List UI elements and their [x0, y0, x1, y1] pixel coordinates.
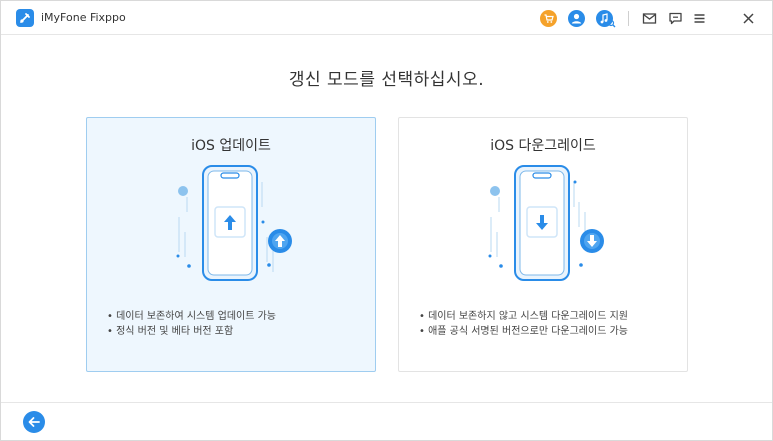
arrow-left-icon: [28, 417, 40, 427]
ios-downgrade-card[interactable]: iOS 다운그레이드 • 데이터 보존하지 않고 시스템 다운그레이드 지원 •…: [398, 117, 688, 372]
app-logo-icon: [16, 9, 34, 27]
ios-update-card[interactable]: iOS 업데이트 • 데이터 보존하여 시스템 업데이트 가능 • 정식 버전 …: [86, 117, 376, 372]
title-bar: iMyFone Fixppo: [1, 1, 772, 35]
card-title: iOS 업데이트: [191, 138, 271, 154]
bottom-bar: [1, 402, 772, 440]
user-icon[interactable]: [568, 10, 585, 27]
music-search-icon[interactable]: [596, 10, 616, 28]
toolbar-separator: [628, 11, 629, 26]
back-button[interactable]: [23, 411, 45, 433]
feature-item: • 정식 버전 및 베타 버전 포함: [107, 326, 234, 337]
page-title: 갱신 모드를 선택하십시오.: [288, 70, 485, 90]
app-window: iMyFone Fixppo 갱신 모드를 선택하십시오. iOS 업데이트 •…: [0, 0, 773, 441]
feature-item: • 데이터 보존하지 않고 시스템 다운그레이드 지원: [419, 311, 628, 322]
app-title: iMyFone Fixppo: [41, 11, 126, 24]
feature-item: • 애플 공식 서명된 버전으로만 다운그레이드 가능: [419, 326, 628, 337]
cart-icon[interactable]: [540, 10, 557, 27]
feedback-icon[interactable]: [667, 10, 684, 27]
menu-icon[interactable]: [691, 10, 708, 27]
mail-icon[interactable]: [641, 10, 658, 27]
close-icon[interactable]: [740, 10, 757, 27]
phone-upgrade-illustration: [167, 162, 297, 287]
phone-downgrade-illustration: [479, 162, 609, 287]
card-title: iOS 다운그레이드: [490, 138, 596, 154]
feature-list: • 데이터 보존하여 시스템 업데이트 가능 • 정식 버전 및 베타 버전 포…: [107, 309, 276, 339]
feature-item: • 데이터 보존하여 시스템 업데이트 가능: [107, 311, 276, 322]
feature-list: • 데이터 보존하지 않고 시스템 다운그레이드 지원 • 애플 공식 서명된 …: [419, 309, 628, 339]
